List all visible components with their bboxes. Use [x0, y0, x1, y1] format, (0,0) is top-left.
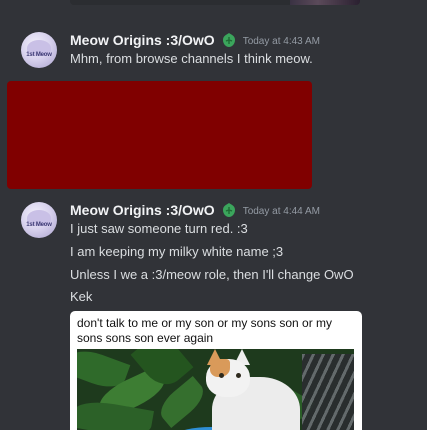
username[interactable]: Meow Origins :3/OwO	[70, 32, 215, 48]
green-leaf-badge-icon[interactable]	[221, 32, 237, 48]
meme-caption: don't talk to me or my son or my sons so…	[77, 316, 333, 345]
cat-photo	[77, 349, 354, 430]
message-header: Meow Origins :3/OwO Today at 4:44 AM	[70, 201, 320, 219]
timestamp[interactable]: Today at 4:44 AM	[243, 206, 320, 217]
green-leaf-badge-icon[interactable]	[221, 202, 237, 218]
meme-image-attachment[interactable]: don't talk to me or my son or my sons so…	[70, 311, 362, 430]
avatar[interactable]: 1st Meow	[21, 32, 57, 68]
avatar[interactable]: 1st Meow	[21, 202, 57, 238]
chat-message-list[interactable]: 1st Meow Meow Origins :3/OwO Today at 4:…	[0, 0, 427, 430]
message-text: Unless I we a :3/meow role, then I'll ch…	[70, 267, 354, 282]
avatar-label: 1st Meow	[26, 222, 52, 228]
message-text: I am keeping my milky white name ;3	[70, 244, 284, 259]
timestamp[interactable]: Today at 4:43 AM	[243, 36, 320, 47]
previous-message-embed[interactable]	[70, 0, 360, 5]
redacted-block	[7, 81, 312, 189]
message-header: Meow Origins :3/OwO Today at 4:43 AM	[70, 31, 320, 49]
previous-embed-image	[290, 0, 360, 5]
message-text: Kek	[70, 289, 93, 304]
avatar-label: 1st Meow	[26, 52, 52, 58]
message-text: I just saw someone turn red. :3	[70, 221, 248, 236]
username[interactable]: Meow Origins :3/OwO	[70, 202, 215, 218]
message-text: Mhm, from browse channels I think meow.	[70, 51, 313, 66]
